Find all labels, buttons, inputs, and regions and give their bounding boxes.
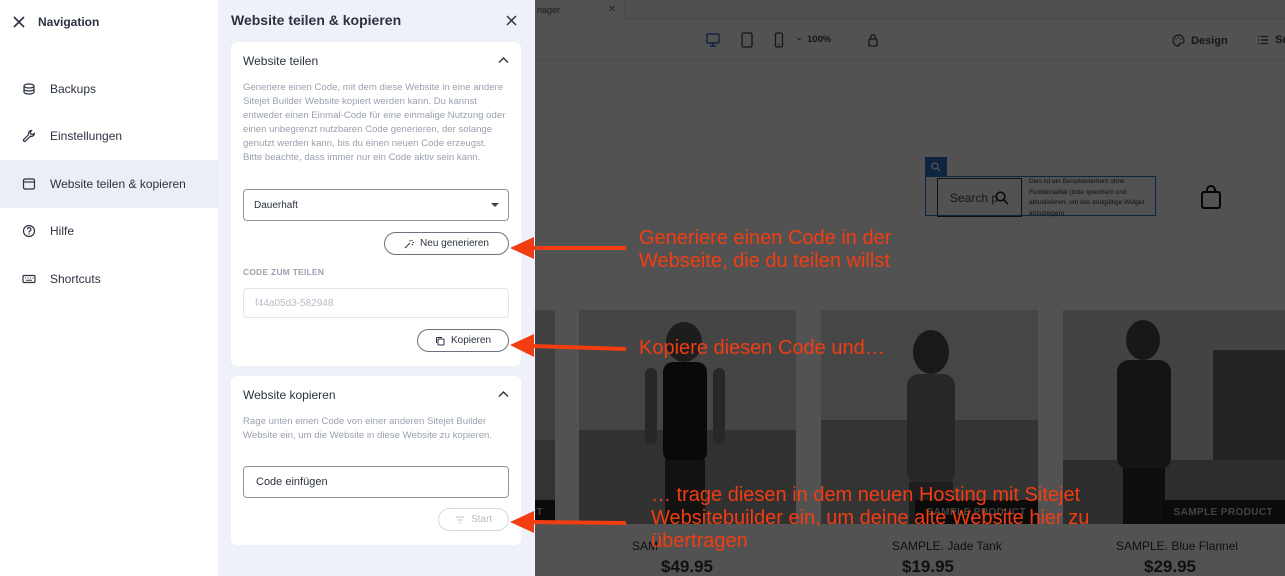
nav-item-label: Backups: [50, 81, 97, 96]
wrench-icon: [22, 130, 36, 143]
editor-toolbar: ⌄ 100% Design Se: [535, 20, 1285, 61]
panel-title: Website teilen & kopieren: [231, 12, 402, 28]
design-label: Design: [1191, 34, 1228, 47]
search-icon: [931, 161, 941, 171]
share-card-title: Website teilen: [243, 54, 319, 68]
regenerate-label: Neu generieren: [420, 238, 489, 249]
share-description: Generiere einen Code, mit dem diese Webs…: [243, 82, 506, 163]
tab-close-icon[interactable]: ✕: [608, 4, 616, 15]
nav-item-website-teilen[interactable]: Website teilen & kopieren: [0, 160, 218, 208]
copy-label: Kopieren: [450, 335, 492, 346]
nav-item-hilfe[interactable]: Hilfe: [0, 208, 218, 256]
zoom-dropdown-icon[interactable]: ⌄: [795, 32, 803, 43]
backup-icon: [23, 83, 35, 95]
copy-website-card: Website kopieren Rage unten einen Code v…: [231, 376, 521, 545]
nav-item-label: Einstellungen: [50, 129, 123, 144]
tab-label: nager: [537, 5, 561, 15]
zoom-level[interactable]: 100%: [807, 34, 831, 45]
mobile-view-icon[interactable]: [772, 32, 786, 48]
start-label: Start: [470, 514, 493, 525]
product-card[interactable]: SAMPLE PRODUCT: [535, 310, 555, 524]
close-icon[interactable]: [505, 14, 518, 27]
list-icon: [1258, 35, 1268, 45]
design-button[interactable]: Design: [1172, 34, 1228, 47]
desktop-view-icon[interactable]: [706, 32, 720, 48]
magic-wand-icon: [404, 239, 415, 248]
annotation-step-2: Kopiere diesen Code und…: [639, 337, 885, 359]
search-input[interactable]: Search p: [937, 178, 1022, 217]
nav-item-label: Website teilen & kopieren: [50, 176, 186, 191]
settings-button[interactable]: Se: [1257, 34, 1285, 46]
nav-item-backups[interactable]: Backups: [0, 65, 218, 113]
search-icon: [995, 191, 1009, 205]
chevron-up-icon[interactable]: [498, 56, 509, 64]
product-price: $49.95: [661, 557, 713, 576]
search-widget[interactable]: Search p Dies ist ein Beispielelement oh…: [925, 176, 1156, 217]
close-icon[interactable]: [12, 15, 26, 29]
keyboard-icon: [22, 274, 36, 283]
nav-item-label: Hilfe: [50, 224, 75, 239]
product-price: $29.95: [1144, 557, 1196, 576]
share-website-card: Website teilen Generiere einen Code, mit…: [231, 42, 521, 366]
product-image: [535, 310, 555, 524]
navigation-header: Navigation: [0, 0, 218, 44]
search-widget-tag[interactable]: [925, 157, 947, 176]
nav-item-einstellungen[interactable]: Einstellungen: [0, 113, 218, 161]
palette-icon: [1172, 34, 1185, 47]
window-icon: [22, 178, 36, 190]
browser-tab[interactable]: nager ✕: [535, 0, 625, 20]
copy-button[interactable]: Kopieren: [417, 329, 509, 352]
widget-note: Dies ist ein Beispielelement ohne Funkti…: [1029, 178, 1145, 217]
product-name: SAMPLE. Blue Flannel: [1116, 539, 1239, 553]
chevron-up-icon[interactable]: [498, 390, 509, 398]
browser-tab-bar: nager ✕: [535, 0, 1285, 20]
select-value: Dauerhaft: [254, 199, 298, 211]
code-input-placeholder: Code einfügen: [256, 476, 328, 488]
regenerate-button[interactable]: Neu generieren: [384, 232, 509, 255]
copy-description: Rage unten einen Code von einer anderen …: [243, 416, 493, 441]
filter-icon: [455, 516, 464, 523]
navigation-sidebar: Navigation Backups Einstellungen Website…: [0, 0, 218, 576]
tablet-view-icon[interactable]: [740, 32, 754, 48]
code-type-select[interactable]: Dauerhaft: [243, 189, 509, 221]
help-icon: [22, 225, 36, 238]
code-label: CODE ZUM TEILEN: [243, 267, 325, 277]
copy-card-title: Website kopieren: [243, 388, 336, 402]
lock-icon[interactable]: [866, 32, 880, 48]
share-code-field[interactable]: f44a05d3-582948: [243, 288, 509, 318]
annotation-step-3: … trage diesen in dem neuen Hosting mit …: [651, 484, 1090, 552]
start-button[interactable]: Start: [438, 508, 509, 531]
sample-product-tag: SAMPLE PRODUCT: [535, 500, 555, 524]
caret-down-icon: [491, 203, 499, 207]
shopping-bag-icon[interactable]: [1200, 185, 1222, 209]
nav-item-shortcuts[interactable]: Shortcuts: [0, 255, 218, 303]
code-input-field[interactable]: Code einfügen: [243, 466, 509, 498]
sample-product-tag: SAMPLE PRODUCT: [1161, 500, 1285, 524]
copy-icon: [435, 336, 445, 345]
product-price: $19.95: [902, 557, 954, 576]
navigation-title: Navigation: [38, 15, 100, 29]
search-placeholder: Search p: [950, 191, 999, 205]
settings-label: Se: [1275, 34, 1285, 46]
share-code-value: f44a05d3-582948: [255, 297, 334, 309]
share-copy-panel: Website teilen & kopieren Website teilen…: [218, 0, 535, 576]
annotation-step-1: Generiere einen Code in der Webseite, di…: [639, 227, 892, 272]
nav-item-label: Shortcuts: [50, 271, 101, 286]
